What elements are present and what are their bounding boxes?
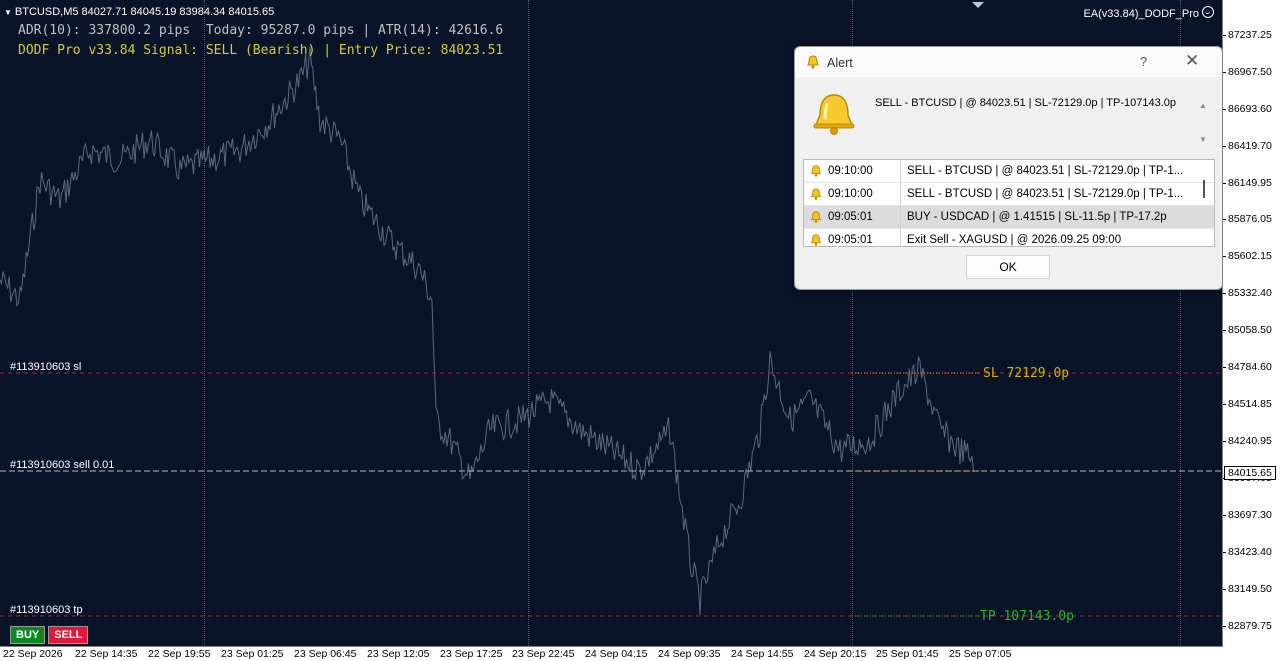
price-tick: 83149.50 [1223,583,1272,595]
grid-line [528,0,529,646]
bell-icon [811,211,821,223]
alert-time: 09:05:01 [828,234,873,246]
alert-history-list[interactable]: 09:10:00 SELL - BTCUSD | @ 84023.51 | SL… [803,159,1215,247]
help-button[interactable]: ? [1140,54,1147,69]
time-tick: 24 Sep 09:35 [658,648,721,660]
price-tick: 82879.75 [1223,620,1272,632]
ea-name: EA(v33.84)_DODF_Pro [1083,8,1199,20]
time-tick: 24 Sep 14:55 [731,648,794,660]
time-tick: 22 Sep 14:35 [75,648,138,660]
stats-line: ADR(10): 337800.2 pips Today: 95287.0 pi… [18,23,504,38]
scroll-up-icon[interactable]: ▲ [1199,101,1207,110]
price-tick: 84784.60 [1223,361,1272,373]
price-tick: 83697.30 [1223,509,1272,521]
list-item[interactable]: 09:10:00 SELL - BTCUSD | @ 84023.51 | SL… [804,160,1214,183]
time-tick: 25 Sep 07:05 [949,648,1012,660]
price-tick: 85602.15 [1223,250,1272,262]
price-tick: 85058.50 [1223,324,1272,336]
price-axis[interactable]: 87237.25 86967.50 86693.60 86419.70 8614… [1223,0,1282,646]
price-tick: 83423.40 [1223,546,1272,558]
chart-header: ▼ BTCUSD,M5 84027.71 84045.19 83984.34 84… [4,6,274,18]
price-tick: 86149.95 [1223,177,1272,189]
price-tick: 86419.70 [1223,140,1272,152]
time-axis[interactable]: 22 Sep 2026 22 Sep 14:35 22 Sep 19:55 23… [0,647,1222,661]
time-tick: 24 Sep 04:15 [585,648,648,660]
close-button[interactable]: ✕ [1185,51,1199,71]
list-item[interactable]: 09:05:01 Exit Sell - XAGUSD | @ 2026.09.… [804,229,1214,246]
time-tick: 23 Sep 01:25 [221,648,284,660]
price-tick: 84514.85 [1223,398,1272,410]
time-tick: 23 Sep 17:25 [440,648,503,660]
tp-text: TP 107143.0p [980,609,1074,624]
ok-button[interactable]: OK [966,255,1050,279]
time-tick: 22 Sep 19:55 [148,648,211,660]
time-tick: 23 Sep 22:45 [512,648,575,660]
price-tick: 86693.60 [1223,103,1272,115]
list-item[interactable]: 09:10:00 SELL - BTCUSD | @ 84023.51 | SL… [804,183,1214,206]
alert-titlebar[interactable]: Alert ? ✕ [795,47,1222,77]
symbol-quote: BTCUSD,M5 84027.71 84045.19 83984.34 840… [14,6,275,18]
sell-button[interactable]: SELL [48,626,89,644]
scrollbar[interactable] [1203,180,1205,198]
alert-text: BUY - USDCAD | @ 1.41515 | SL-11.5p | TP… [907,211,1167,223]
time-tick: 23 Sep 12:05 [367,648,430,660]
buy-button[interactable]: BUY [10,626,46,644]
grid-line [204,0,205,646]
bell-icon [811,234,821,246]
ea-label[interactable]: EA(v33.84)_DODF_Pro [1083,6,1214,20]
time-tick: 25 Sep 01:45 [876,648,939,660]
alert-dialog[interactable]: Alert ? ✕ SELL - BTCUSD | @ 84023.51 | S… [794,46,1222,290]
signal-line: DODF Pro v33.84 Signal: SELL (Bearish) |… [18,43,504,58]
time-tick: 24 Sep 20:15 [804,648,867,660]
price-tick: 84240.95 [1223,435,1272,447]
order-tp-label[interactable]: #113910603 tp [10,604,83,616]
alert-time: 09:10:00 [828,188,873,200]
price-tick: 86967.50 [1223,66,1272,78]
shift-marker[interactable] [972,2,984,8]
order-sell-label[interactable]: #113910603 sell 0.01 [10,459,114,471]
price-tick: 87237.25 [1223,29,1272,41]
trade-buttons: BUY SELL [10,626,89,644]
list-item[interactable]: 09:05:01 BUY - USDCAD | @ 1.41515 | SL-1… [804,206,1214,229]
bell-icon [811,165,821,177]
alert-time: 09:10:00 [828,165,873,177]
sl-text: SL 72129.0p [983,366,1070,381]
smiley-icon [1202,6,1214,18]
alert-time: 09:05:01 [828,211,873,223]
time-tick: 23 Sep 06:45 [294,648,357,660]
scroll-down-icon[interactable]: ▼ [1199,135,1207,144]
alert-title: Alert [827,56,853,70]
current-price-label: 84015.65 [1224,466,1276,480]
alert-text: SELL - BTCUSD | @ 84023.51 | SL-72129.0p… [907,188,1184,200]
chart-area[interactable]: ▼ BTCUSD,M5 84027.71 84045.19 83984.34 84… [0,0,1223,647]
bell-icon [807,55,819,69]
dropdown-triangle-icon[interactable]: ▼ [4,8,12,17]
alert-text: Exit Sell - XAGUSD | @ 2026.09.25 09:00 [907,234,1122,246]
bell-icon [811,188,821,200]
large-bell-icon [813,94,855,135]
order-sl-label[interactable]: #113910603 sl [10,361,81,373]
alert-text: SELL - BTCUSD | @ 84023.51 | SL-72129.0p… [907,165,1184,177]
price-tick: 85332.40 [1223,287,1272,299]
price-tick: 85876.05 [1223,213,1272,225]
alert-message: SELL - BTCUSD | @ 84023.51 | SL-72129.0p… [875,97,1177,109]
time-tick: 22 Sep 2026 [3,648,63,660]
